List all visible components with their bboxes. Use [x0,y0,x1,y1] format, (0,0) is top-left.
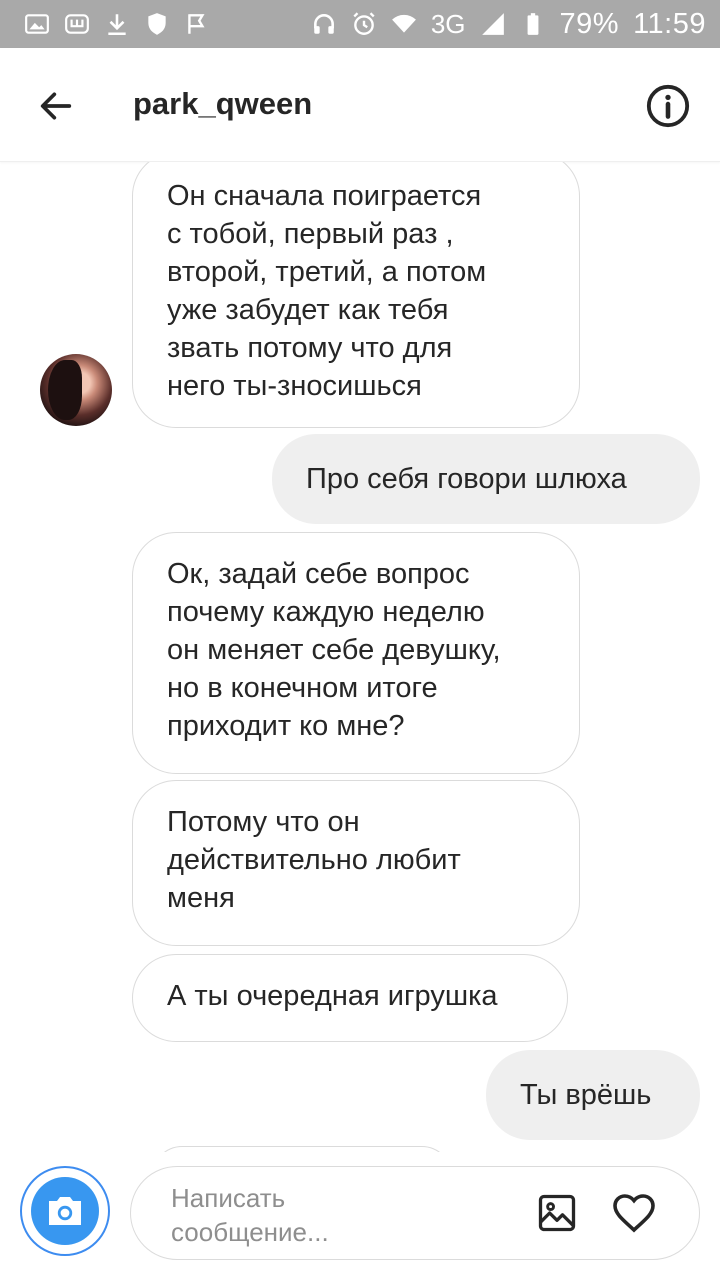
app-notification-icon [64,11,90,37]
battery-icon [520,11,546,37]
message-input-placeholder[interactable]: Написать сообщение... [171,1181,501,1249]
message-line: с тобой, первый раз , [167,218,454,250]
camera-icon [49,1197,81,1225]
message-bubble-incoming[interactable]: А ты очередная игрушка [132,954,568,1042]
status-bar-left [24,11,210,37]
message-line: звать потому что для [167,332,453,364]
placeholder-line: Написать [171,1183,286,1213]
message-line: второй, третий, а потом [167,256,487,288]
heart-icon [613,1194,655,1233]
clock: 11:59 [633,7,706,40]
avatar[interactable] [40,354,112,426]
headphones-icon [311,11,337,37]
message-composer: Написать сообщение... [0,1152,720,1280]
camera-button-fill [31,1177,99,1245]
message-line: действительно любит [167,844,461,876]
signal-icon [480,11,506,37]
arrow-left-icon [40,92,72,120]
message-line: меня [167,882,235,914]
placeholder-line: сообщение... [171,1217,329,1247]
message-line: Потому что он [167,806,360,838]
gallery-notification-icon [24,11,50,37]
status-bar: 3G 79% 11:59 [0,0,720,48]
message-line: но в конечном итоге [167,672,438,704]
back-button[interactable] [32,82,80,130]
image-icon [538,1194,576,1232]
conversation-header: park_qween [0,48,720,162]
info-button[interactable] [644,82,692,130]
message-line: он меняет себе девушку, [167,634,501,666]
message-bubble-outgoing[interactable]: Про себя говори шлюха [272,434,700,524]
status-bar-right: 3G 79% 11:59 [311,8,706,41]
info-icon [646,84,690,128]
camera-button[interactable] [20,1166,110,1256]
network-type: 3G [430,8,466,39]
message-line: Ок, задай себе вопрос [167,558,470,590]
message-thread[interactable]: Он сначала поиграется с тобой, первый ра… [0,162,720,1152]
shield-icon [144,11,170,37]
gallery-button[interactable] [535,1191,579,1235]
message-line: Про себя говори шлюха [306,463,627,495]
message-line: приходит ко мне? [167,710,405,742]
conversation-title[interactable]: park_qween [133,86,312,122]
like-button[interactable] [609,1189,659,1237]
battery-percent: 79% [559,7,620,40]
message-line: А ты очередная игрушка [167,980,498,1012]
check-flag-icon [184,11,210,37]
message-bubble-outgoing[interactable]: Ты врёшь [486,1050,700,1140]
wifi-icon [391,11,417,37]
message-bubble-incoming[interactable]: Он сначала поиграется с тобой, первый ра… [132,162,580,428]
message-line: Он сначала поиграется [167,180,482,212]
download-icon [104,11,130,37]
message-bubble-incoming[interactable]: Потому что он действительно любит меня [132,780,580,946]
message-input[interactable]: Написать сообщение... [130,1166,700,1260]
message-line: почему каждую неделю [167,596,485,628]
alarm-icon [351,11,377,37]
message-line: Ты врёшь [520,1079,652,1111]
message-line: уже забудет как тебя [167,294,449,326]
message-bubble-incoming[interactable]: Ок, задай себе вопрос почему каждую неде… [132,532,580,774]
message-line: него ты-зносишься [167,370,422,402]
